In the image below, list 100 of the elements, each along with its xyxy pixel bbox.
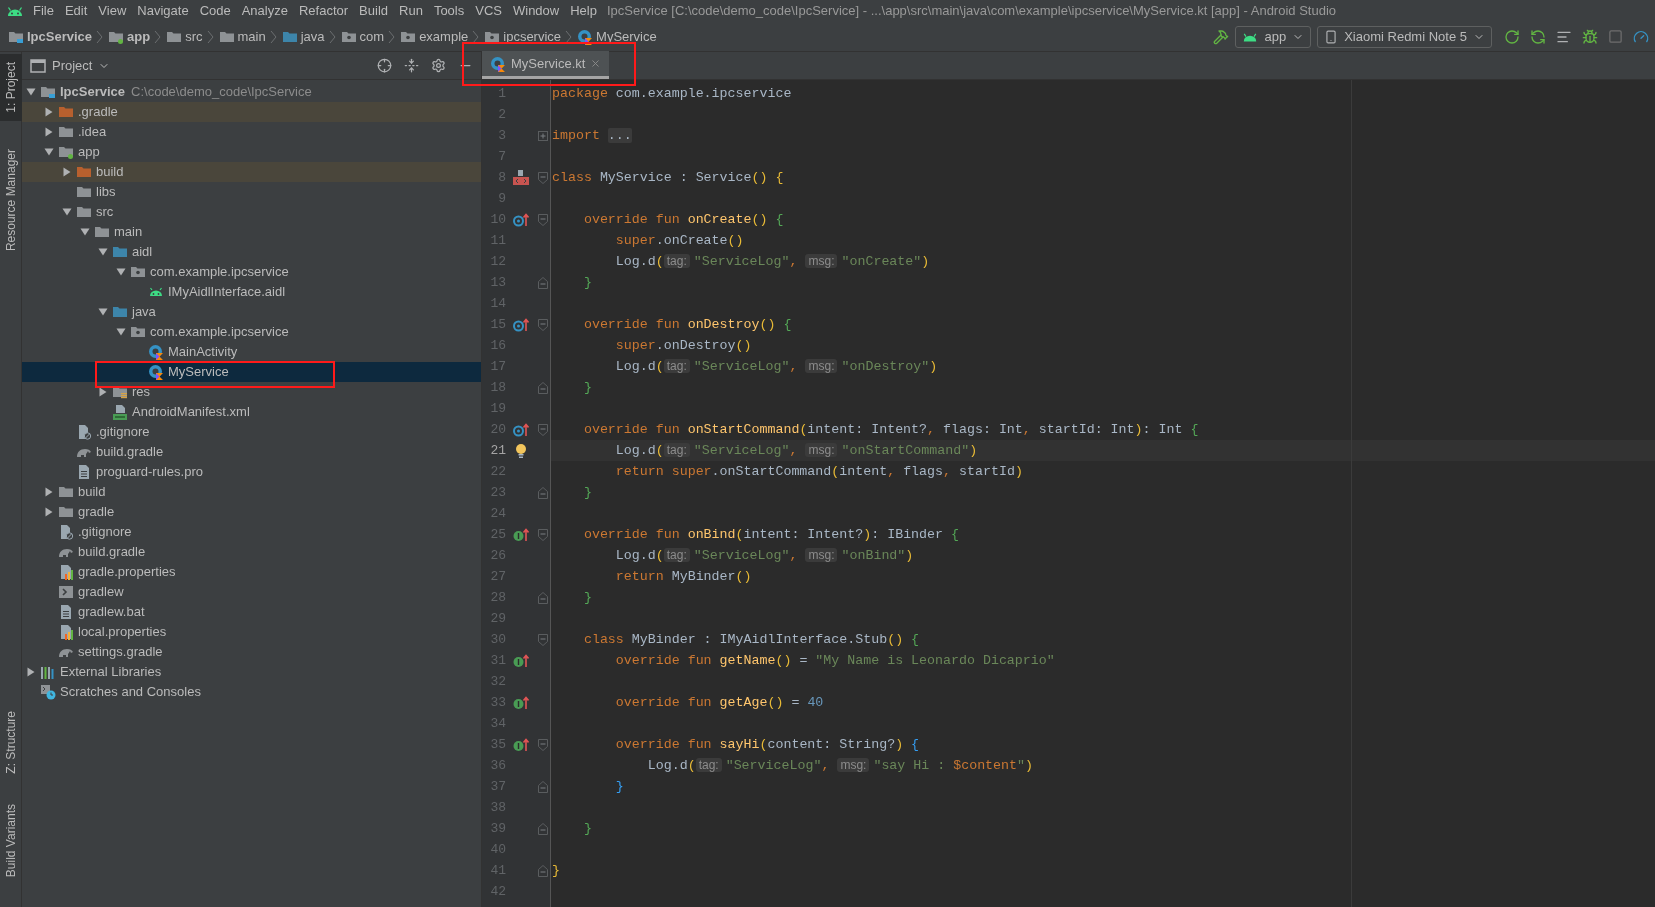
override-arrow-icon[interactable] [513, 317, 529, 332]
breadcrumb-item[interactable]: java [281, 26, 325, 47]
editor-tab[interactable]: MyService.kt [482, 51, 610, 79]
breadcrumb-item[interactable]: IpcService [8, 26, 93, 47]
tree-item[interactable]: settings.gradle [22, 642, 481, 662]
tree-item[interactable]: gradle [22, 502, 481, 522]
fold-marker[interactable] [538, 276, 548, 289]
override-arrow-icon[interactable] [513, 422, 529, 437]
breadcrumb-item[interactable]: example [400, 26, 469, 47]
breadcrumb-item[interactable]: app [108, 26, 151, 47]
fold-marker[interactable] [538, 213, 548, 226]
tree-item[interactable]: .gitignore [22, 422, 481, 442]
fold-marker[interactable] [538, 423, 548, 436]
fold-marker[interactable] [538, 486, 548, 499]
tree-item[interactable]: build.gradle [22, 542, 481, 562]
expand-arrow[interactable] [98, 307, 108, 317]
bug-icon[interactable] [1582, 28, 1598, 45]
device-dropdown[interactable]: Xiaomi Redmi Note 5 [1317, 25, 1492, 48]
expand-arrow[interactable] [116, 327, 126, 337]
tree-item[interactable]: .idea [22, 122, 481, 142]
run-configuration-dropdown[interactable]: app [1235, 25, 1312, 48]
menu-item[interactable]: Navigate [137, 1, 189, 21]
tree-item[interactable]: com.example.ipcservice [22, 262, 481, 282]
expand-arrow[interactable] [98, 387, 108, 397]
menu-item[interactable]: Tools [433, 1, 465, 21]
menu-item[interactable]: Run [399, 1, 423, 21]
tree-item[interactable]: local.properties [22, 622, 481, 642]
expand-arrow[interactable] [116, 267, 126, 277]
expand-arrow[interactable] [26, 667, 36, 677]
tree-item[interactable]: IMyAidlInterface.aidl [22, 282, 481, 302]
tree-item[interactable]: gradle.properties [22, 562, 481, 582]
collapse-icon[interactable] [404, 58, 419, 73]
code-file-icon[interactable] [512, 169, 530, 186]
breadcrumb-item[interactable]: src [166, 26, 203, 47]
gauge-icon[interactable] [1633, 28, 1649, 45]
fold-marker[interactable] [538, 633, 548, 646]
tree-item[interactable]: proguard-rules.pro [22, 462, 481, 482]
fold-marker[interactable] [538, 528, 548, 541]
breadcrumb-item[interactable]: com [340, 26, 385, 47]
fold-marker[interactable] [538, 780, 548, 793]
expand-arrow[interactable] [44, 127, 54, 137]
menu-item[interactable]: Code [199, 1, 231, 21]
tree-item[interactable]: build [22, 482, 481, 502]
breadcrumb-item[interactable]: ipcservice [484, 26, 562, 47]
expand-arrow[interactable] [44, 507, 54, 517]
expand-arrow[interactable] [80, 227, 90, 237]
tool-window-tab[interactable]: Z: Structure [0, 703, 22, 782]
tree-item[interactable]: build.gradle [22, 442, 481, 462]
tree-item[interactable]: .gitignore [22, 522, 481, 542]
tree-item[interactable]: Scratches and Consoles [22, 682, 481, 702]
expand-arrow[interactable] [44, 487, 54, 497]
expand-arrow[interactable] [62, 167, 72, 177]
implement-arrow-icon[interactable] [513, 737, 529, 752]
menu-item[interactable]: VCS [475, 1, 502, 21]
tree-item[interactable]: src [22, 202, 481, 222]
implement-arrow-icon[interactable] [513, 653, 529, 668]
menu-item[interactable]: Refactor [298, 1, 349, 21]
override-arrow-icon[interactable] [513, 212, 529, 227]
tree-item[interactable]: app [22, 142, 481, 162]
fold-marker[interactable] [538, 381, 548, 394]
tool-window-tab[interactable]: Build Variants [0, 795, 22, 885]
crosshair-icon[interactable] [377, 58, 392, 73]
breadcrumb-item[interactable]: main [218, 26, 266, 47]
tree-item[interactable]: MainActivity [22, 342, 481, 362]
tree-item[interactable]: IpcService C:\code\demo_code\IpcService [22, 82, 481, 102]
menu-item[interactable]: Help [570, 1, 597, 21]
fold-marker[interactable] [538, 171, 548, 184]
tree-item[interactable]: AndroidManifest.xml [22, 402, 481, 422]
implement-arrow-icon[interactable] [513, 695, 529, 710]
fold-marker[interactable] [538, 864, 548, 877]
tree-item[interactable]: gradlew [22, 582, 481, 602]
implement-arrow-icon[interactable] [513, 527, 529, 542]
tree-item[interactable]: aidl [22, 242, 481, 262]
fold-marker[interactable] [538, 318, 548, 331]
breadcrumb-item[interactable]: MyService [577, 26, 657, 47]
fold-marker[interactable] [538, 591, 548, 604]
fold-marker[interactable] [538, 129, 548, 142]
tool-window-tab[interactable]: Resource Manager [0, 140, 22, 259]
project-view-dropdown[interactable]: Project [30, 55, 111, 76]
settings-icon[interactable] [431, 58, 446, 73]
tool-window-tab[interactable]: 1: Project [0, 54, 22, 121]
expand-arrow[interactable] [44, 147, 54, 157]
fold-marker[interactable] [538, 822, 548, 835]
expand-arrow[interactable] [62, 207, 72, 217]
tree-item[interactable]: gradlew.bat [22, 602, 481, 622]
refresh-icon[interactable] [1504, 28, 1520, 45]
expand-arrow[interactable] [98, 247, 108, 257]
tree-item[interactable]: libs [22, 182, 481, 202]
fold-marker[interactable] [538, 738, 548, 751]
menu-item[interactable]: Window [512, 1, 560, 21]
tree-item[interactable]: com.example.ipcservice [22, 322, 481, 342]
refresh-icon[interactable] [1530, 28, 1546, 45]
tree-item[interactable]: main [22, 222, 481, 242]
tree-item[interactable]: build [22, 162, 481, 182]
menu-item[interactable]: Edit [64, 1, 88, 21]
tree-item[interactable]: java [22, 302, 481, 322]
tree-item[interactable]: MyService [22, 362, 481, 382]
hammer-icon[interactable] [1213, 28, 1230, 45]
close-icon[interactable] [590, 58, 602, 69]
lightbulb-icon[interactable] [515, 442, 527, 459]
